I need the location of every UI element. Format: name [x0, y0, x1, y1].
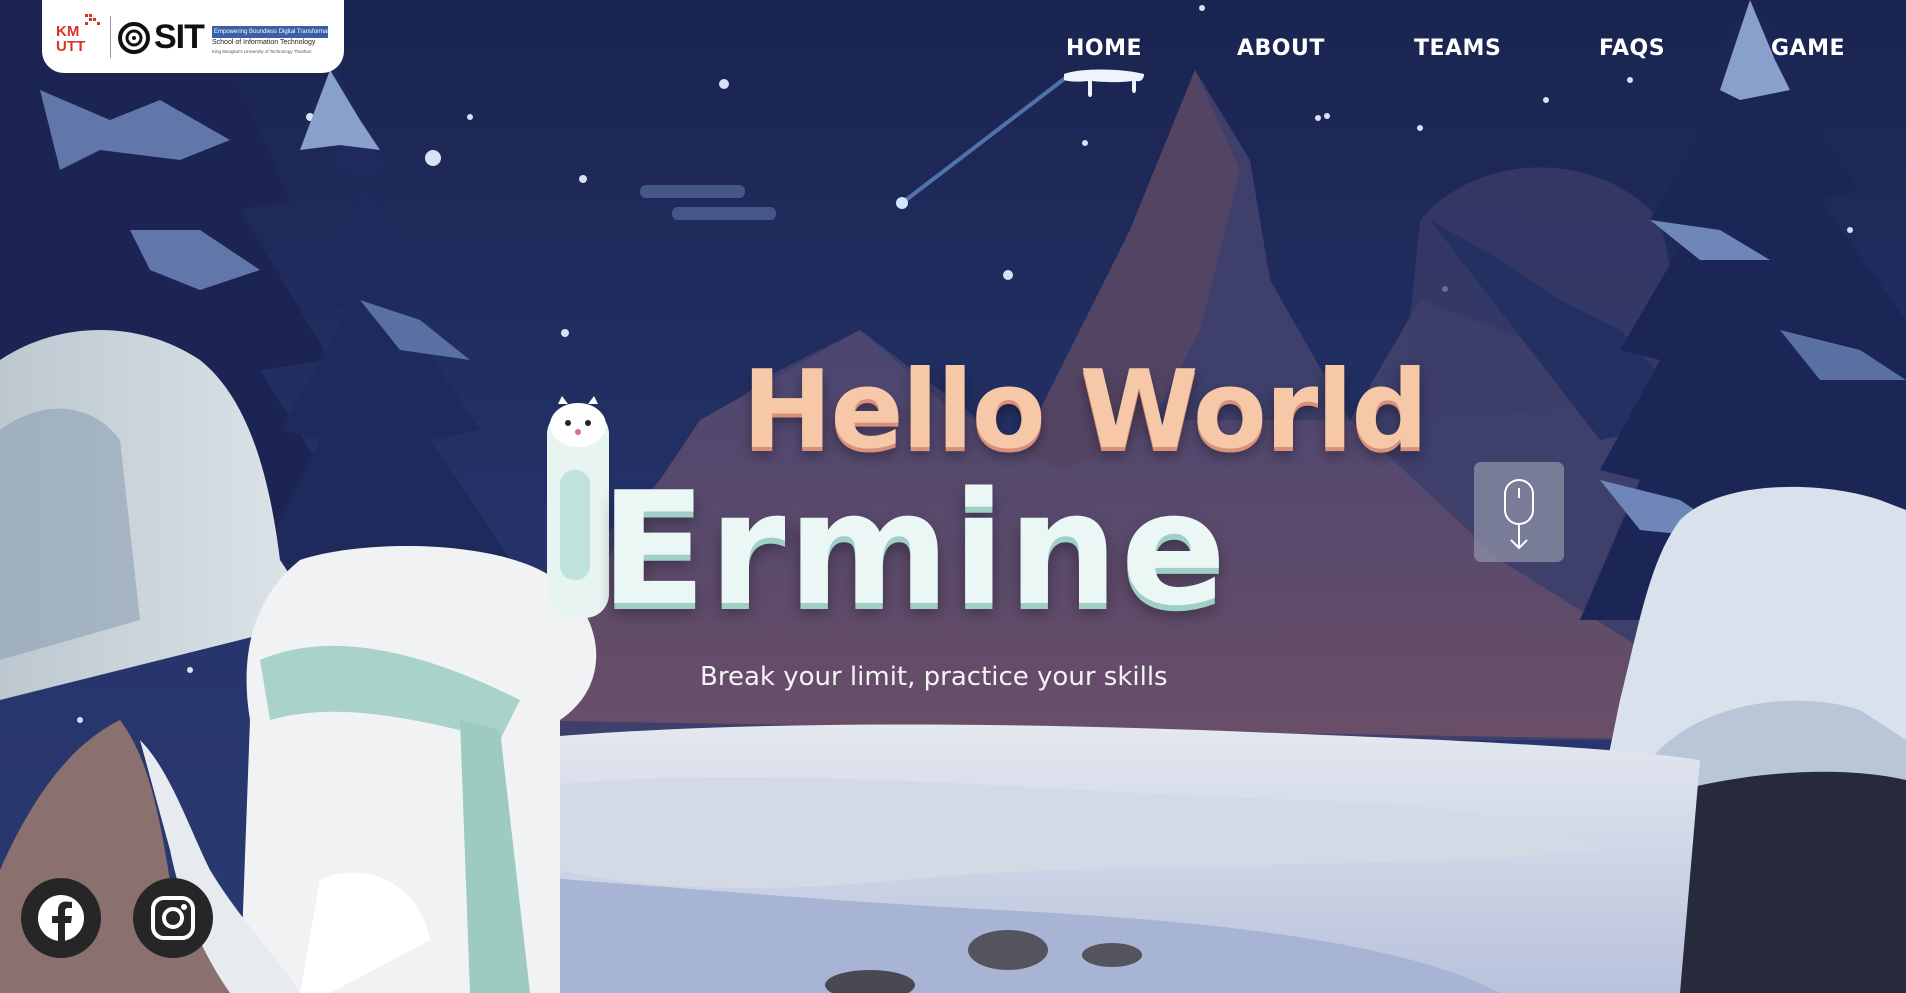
- nav-about-link[interactable]: ABOUT: [1237, 36, 1325, 61]
- mouse-scroll-down-icon: [1504, 479, 1534, 550]
- hero-title-hello-world: Hello World: [742, 348, 1429, 473]
- nav-link-label: HOME: [1066, 36, 1143, 61]
- scroll-down-button[interactable]: [1474, 462, 1564, 562]
- facebook-link[interactable]: [21, 878, 101, 958]
- logo-divider: [110, 16, 111, 58]
- nav-link-label: ABOUT: [1237, 36, 1325, 61]
- nav-link-label: FAQS: [1599, 36, 1666, 61]
- nav-link-label: TEAMS: [1414, 36, 1502, 61]
- brand-logo-card[interactable]: KM UTT SIT Empowering Boundless Digital …: [42, 0, 344, 73]
- kmutt-logo: KM UTT: [56, 12, 106, 60]
- active-snow-drip-indicator: [1064, 69, 1144, 97]
- hero-title-ermine: Ermine: [600, 458, 1229, 640]
- nav-faqs-link[interactable]: FAQS: [1599, 36, 1665, 61]
- sit-tagline-bar: Empowering Boundless Digital Transformat…: [212, 26, 328, 38]
- facebook-icon: [38, 895, 84, 941]
- ermine-mascot-foreground: [240, 546, 597, 993]
- kmutt-logo-text: KM: [56, 23, 80, 40]
- sit-school-name: School of Information Technology: [212, 39, 316, 46]
- instagram-icon: [151, 896, 195, 940]
- nav-home-link[interactable]: HOME: [1064, 36, 1144, 97]
- kmutt-logo-text: UTT: [56, 38, 86, 55]
- nav-game-link[interactable]: GAME: [1771, 36, 1845, 61]
- nav-link-label: GAME: [1771, 36, 1846, 61]
- sit-logo-icon: [118, 22, 150, 54]
- sit-logo-wordmark: SIT: [154, 18, 205, 56]
- sit-university-name: King Mongkut's University of Technology …: [212, 49, 312, 54]
- hero-tagline: Break your limit, practice your skills: [700, 662, 1168, 692]
- nav-teams-link[interactable]: TEAMS: [1414, 36, 1501, 61]
- instagram-link[interactable]: [133, 878, 213, 958]
